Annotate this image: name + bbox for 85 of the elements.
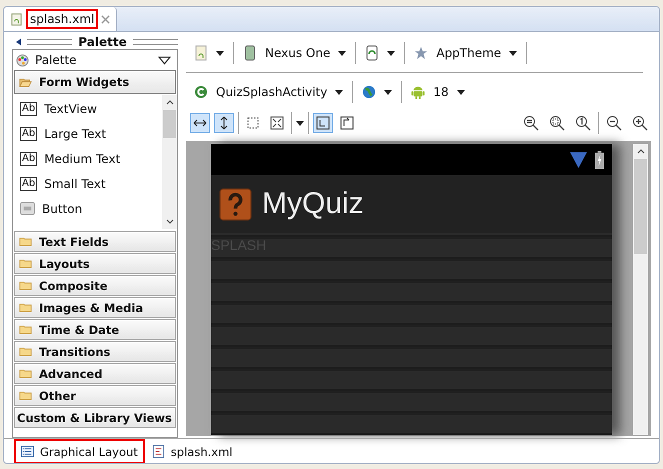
palette-item[interactable]: Ab Large Text — [13, 121, 162, 146]
scroll-down-icon[interactable] — [166, 219, 174, 224]
category-header[interactable]: Time & Date — [14, 319, 176, 340]
zoom-100-icon[interactable] — [575, 115, 591, 131]
dropdown-caret-icon — [158, 54, 171, 66]
zoom-out-icon[interactable] — [606, 115, 622, 131]
layout-a-icon — [316, 116, 330, 130]
editor-mode-tab[interactable]: splash.xml — [144, 439, 240, 463]
android-icon — [411, 84, 426, 100]
caret-icon — [335, 90, 344, 94]
question-mark-icon — [219, 188, 252, 220]
theme-dropdown[interactable]: AppTheme — [414, 45, 518, 61]
device-dropdown[interactable]: Nexus One — [243, 45, 346, 61]
text-widget-icon: Ab — [20, 152, 38, 166]
folder-icon — [19, 257, 32, 270]
caret-icon — [338, 50, 346, 56]
scrollbar[interactable] — [633, 144, 648, 435]
locale-dropdown[interactable] — [362, 84, 392, 100]
folder-icon — [19, 323, 32, 336]
palette-title: Palette — [78, 35, 127, 49]
rotate-icon — [365, 45, 380, 61]
fit-width-toggle[interactable] — [190, 113, 210, 133]
caret-icon — [456, 90, 465, 94]
class-icon — [194, 84, 208, 100]
collapse-arrow-icon[interactable] — [16, 38, 21, 46]
activity-dropdown[interactable]: QuizSplashActivity — [194, 84, 344, 100]
folder-icon — [19, 235, 32, 248]
android-file-icon — [10, 12, 23, 26]
palette-icon — [16, 54, 29, 66]
scroll-thumb[interactable] — [634, 159, 647, 254]
category-header[interactable]: Images & Media — [14, 297, 176, 318]
battery-icon — [595, 150, 604, 170]
layout-icon — [21, 445, 34, 458]
scrollbar[interactable] — [162, 95, 177, 229]
folder-icon — [19, 389, 32, 402]
caret-icon[interactable] — [296, 120, 304, 126]
app-title: MyQuiz — [262, 187, 364, 221]
category-header[interactable]: Custom & Library Views — [14, 407, 176, 428]
file-dropdown[interactable] — [194, 45, 224, 61]
close-icon[interactable] — [101, 14, 110, 24]
folder-icon — [19, 367, 32, 380]
palette-item[interactable]: Button — [13, 196, 162, 221]
caret-icon — [387, 50, 396, 56]
folder-icon — [19, 301, 32, 314]
select-icon — [246, 116, 260, 130]
xml-file-icon — [152, 445, 165, 458]
editor-mode-tab[interactable]: Graphical Layout — [14, 439, 145, 463]
category-header[interactable]: Layouts — [14, 253, 176, 274]
expand-icon — [270, 116, 284, 130]
category-header[interactable]: Text Fields — [14, 231, 176, 252]
scroll-up-icon[interactable] — [636, 149, 644, 154]
fit-height-toggle[interactable] — [214, 113, 234, 133]
palette-item[interactable]: Ab Medium Text — [13, 146, 162, 171]
category-header[interactable]: Advanced — [14, 363, 176, 384]
editor-tab[interactable]: splash.xml — [4, 7, 118, 31]
star-icon — [414, 45, 428, 61]
signal-icon — [570, 151, 587, 168]
caret-icon — [509, 50, 518, 56]
text-widget-icon: Ab — [20, 102, 38, 116]
text-widget-icon: Ab — [20, 126, 38, 140]
zoom-fit-icon[interactable] — [523, 115, 539, 131]
scroll-up-icon[interactable] — [166, 100, 174, 105]
file-icon — [194, 45, 208, 61]
orientation-dropdown[interactable] — [365, 45, 396, 61]
api-dropdown[interactable]: 18 — [411, 84, 465, 100]
category-header[interactable]: Other — [14, 385, 176, 406]
caret-icon — [216, 50, 224, 56]
zoom-actual-icon[interactable] — [549, 115, 565, 131]
phone-icon — [243, 45, 257, 61]
folder-icon — [19, 279, 32, 292]
button-widget-icon — [20, 202, 35, 215]
globe-icon — [362, 84, 376, 100]
palette-item[interactable]: Ab Small Text — [13, 171, 162, 196]
folder-icon — [19, 345, 32, 358]
layout-b-icon — [340, 116, 354, 130]
caret-icon — [384, 90, 392, 94]
palette-item[interactable]: Ab TextView — [13, 96, 162, 121]
category-header[interactable]: Transitions — [14, 341, 176, 362]
text-widget-icon: Ab — [20, 176, 38, 190]
zoom-in-icon[interactable] — [632, 115, 648, 131]
palette-dropdown[interactable]: Palette — [13, 50, 177, 70]
layout-a-toggle[interactable] — [313, 113, 333, 133]
category-header[interactable]: Composite — [14, 275, 176, 296]
category-header[interactable]: Form Widgets — [14, 70, 176, 94]
scroll-thumb[interactable] — [163, 110, 176, 138]
